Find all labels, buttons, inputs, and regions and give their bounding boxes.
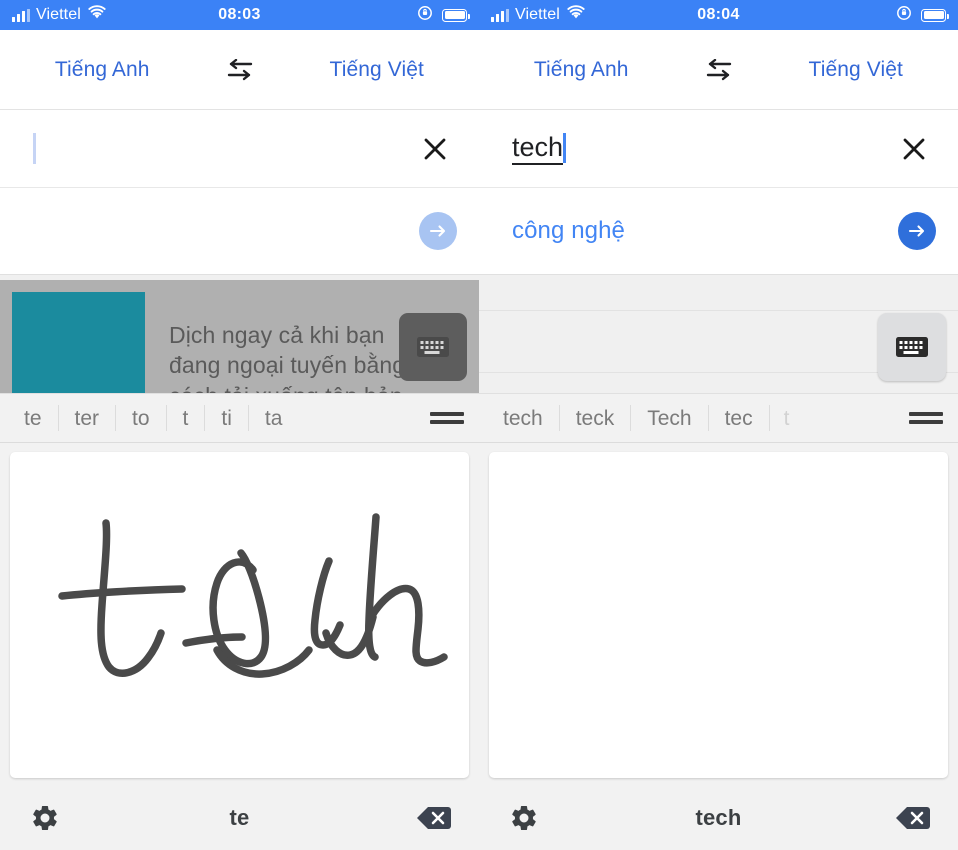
close-icon [903, 138, 925, 159]
status-bar: Viettel 08:04 [479, 0, 958, 30]
swap-languages-button[interactable] [684, 58, 754, 81]
promo-zone: Dịch ngay cả khi bạn đang ngoại tuyến bằ… [0, 275, 479, 393]
text-caret [563, 133, 567, 164]
promo-text: Dịch ngay cả khi bạn đang ngoại tuyến bằ… [145, 280, 405, 393]
handwriting-ink [58, 513, 448, 678]
equals-expand-icon [909, 412, 943, 424]
suggestion-item[interactable]: te [8, 405, 59, 431]
recognized-word-label: te [229, 805, 250, 830]
text-input[interactable]: tech [512, 132, 892, 166]
battery-icon [921, 8, 949, 22]
suggestion-item[interactable]: ter [59, 405, 117, 431]
keyboard-icon [896, 337, 928, 357]
input-row [0, 110, 479, 188]
suggestion-item[interactable]: t [167, 405, 206, 431]
translation-row: công nghệ [479, 188, 958, 275]
handwriting-zone [479, 443, 958, 786]
translation-row [0, 188, 479, 275]
close-icon [424, 138, 446, 159]
source-language-button[interactable]: Tiếng Anh [0, 58, 205, 82]
language-bar: Tiếng Anh Tiếng Việt [0, 30, 479, 110]
target-language-button[interactable]: Tiếng Việt [275, 58, 480, 82]
suggestion-item[interactable]: tec [709, 405, 770, 431]
suggestion-item[interactable]: ta [249, 405, 299, 431]
handwriting-zone [0, 443, 479, 786]
equals-expand-icon [430, 412, 464, 424]
keyboard-toggle-button[interactable] [399, 313, 467, 381]
source-language-button[interactable]: Tiếng Anh [479, 58, 684, 82]
language-bar: Tiếng Anh Tiếng Việt [479, 30, 958, 110]
arrow-right-icon [429, 225, 446, 237]
suggestion-item[interactable]: ti [205, 405, 249, 431]
suggestion-item[interactable]: to [116, 405, 167, 431]
status-bar: Viettel 08:03 [0, 0, 479, 30]
promo-line-1: Dịch ngay cả khi bạn [169, 322, 385, 348]
swap-languages-button[interactable] [205, 58, 275, 81]
target-language-button[interactable]: Tiếng Việt [754, 58, 958, 82]
battery-icon [442, 8, 470, 22]
text-caret [33, 133, 36, 164]
handwriting-canvas[interactable] [489, 452, 948, 778]
input-value: tech [512, 132, 564, 166]
swap-arrows-icon [706, 58, 731, 80]
keyboard-bottom-bar: tech [479, 786, 958, 850]
translation-text: công nghệ [512, 217, 626, 244]
arrow-right-icon [908, 225, 925, 237]
promo-line-3: cách tải xuống tệp bản [169, 381, 405, 393]
recognized-word-label: tech [695, 805, 742, 830]
panel-left: Viettel 08:03 Tiếng Anh Tiếng Việt Dịch … [0, 0, 479, 850]
input-row: tech [479, 110, 958, 188]
promo-thumbnail [12, 292, 145, 393]
suggestion-item[interactable]: tech [487, 405, 560, 431]
panel-right: Viettel 08:04 Tiếng Anh Tiếng Việt tech … [479, 0, 958, 850]
keyboard-icon [417, 337, 449, 357]
suggestion-item[interactable]: Tech [631, 405, 709, 431]
keyboard-toggle-button[interactable] [878, 313, 946, 381]
dual-screenshot-comparison: Viettel 08:03 Tiếng Anh Tiếng Việt Dịch … [0, 0, 958, 850]
open-translation-button[interactable] [419, 212, 457, 250]
handwriting-canvas[interactable] [10, 452, 469, 778]
suggestion-item[interactable]: teck [560, 405, 632, 431]
status-time: 08:03 [218, 6, 261, 23]
text-input[interactable] [33, 133, 413, 164]
expand-suggestions-button[interactable] [902, 394, 950, 442]
clear-input-button[interactable] [892, 127, 936, 171]
keyboard-bottom-bar: te [0, 786, 479, 850]
suggestion-strip: tech teck Tech tec t [479, 393, 958, 443]
clear-input-button[interactable] [413, 127, 457, 171]
expand-suggestions-button[interactable] [423, 394, 471, 442]
promo-zone [479, 275, 958, 393]
swap-arrows-icon [227, 58, 252, 80]
promo-line-2: đang ngoại tuyến bằng [169, 352, 406, 379]
status-time: 08:04 [697, 6, 740, 23]
suggestion-item-clipped[interactable]: t [770, 405, 794, 431]
suggestion-strip: te ter to t ti ta [0, 393, 479, 443]
open-translation-button[interactable] [898, 212, 936, 250]
